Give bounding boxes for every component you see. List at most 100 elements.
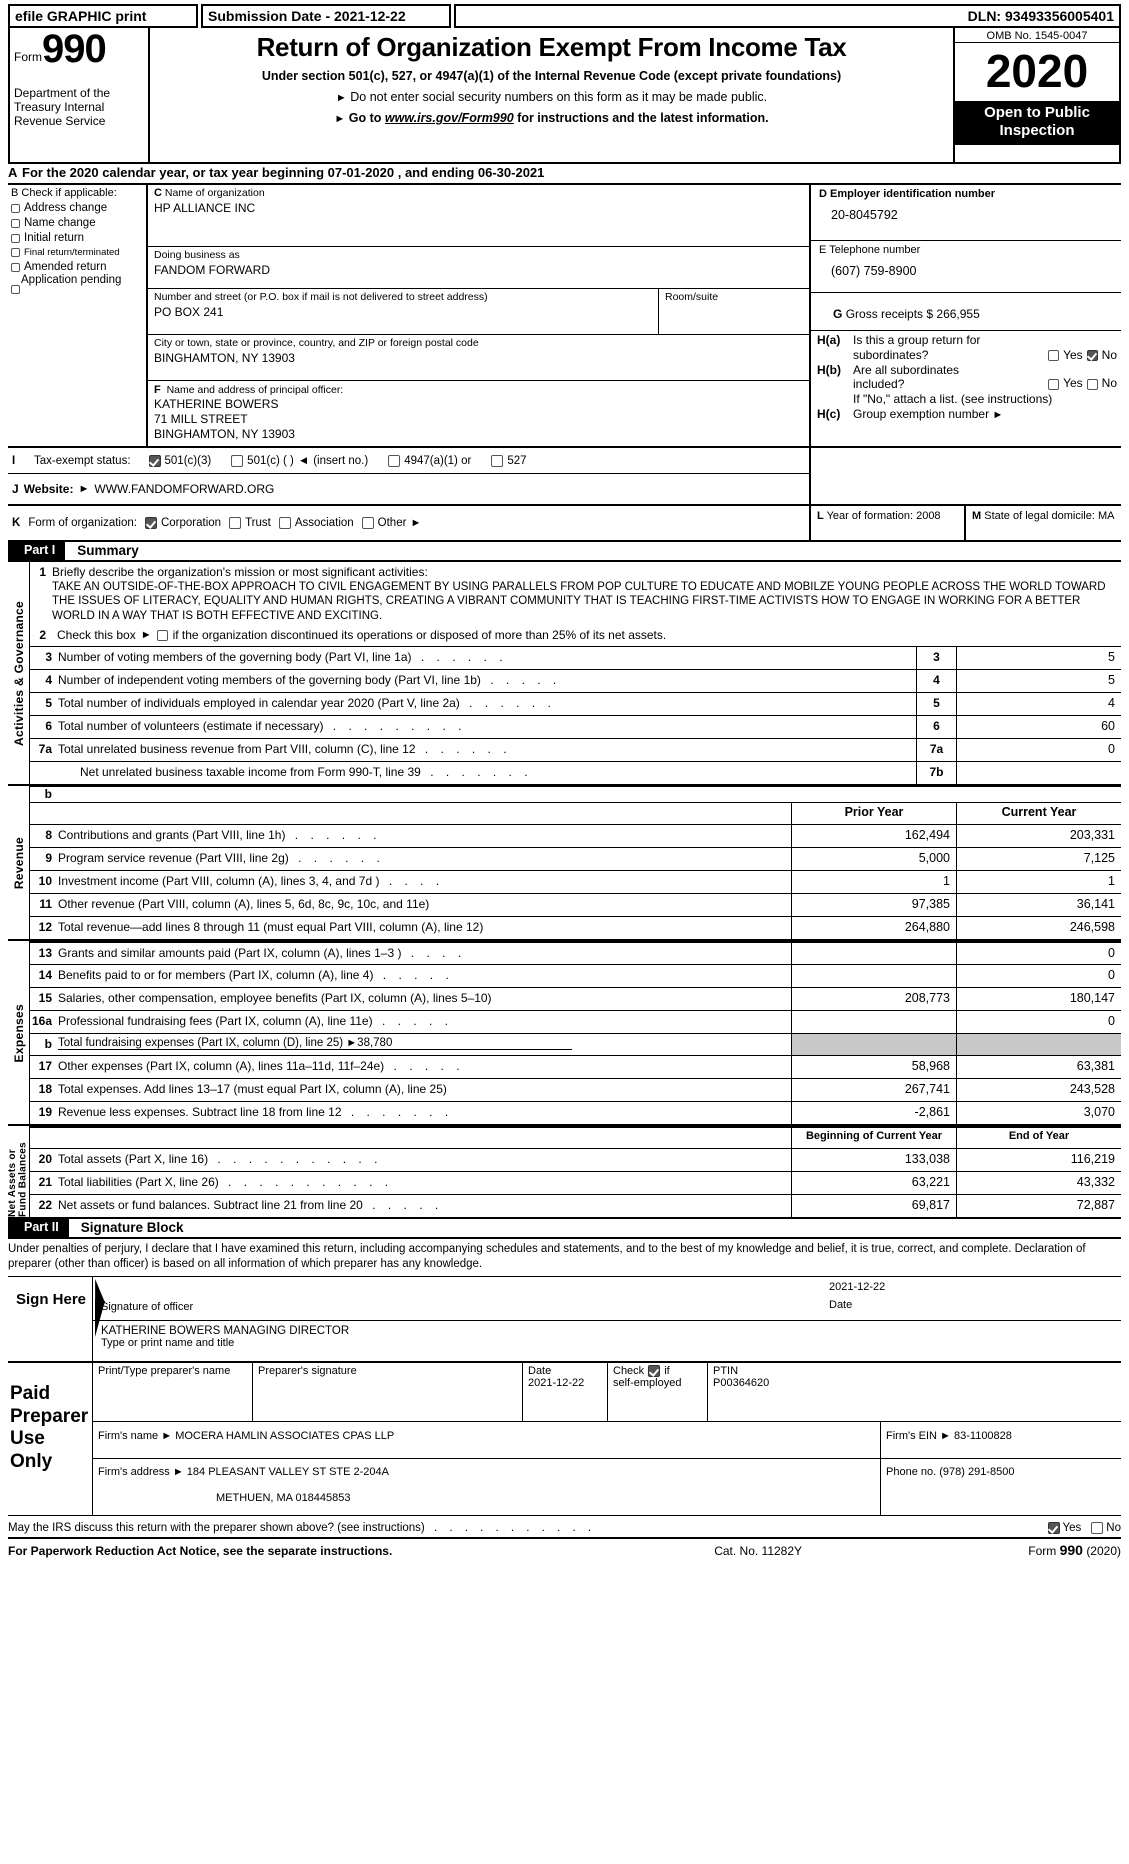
- preparer-name-cell[interactable]: Print/Type preparer's name: [93, 1363, 253, 1422]
- table-row: 19 Revenue less expenses. Subtract line …: [30, 1101, 1121, 1125]
- no-checkbox-icon[interactable]: [1091, 1521, 1104, 1534]
- org-form-association[interactable]: Association: [278, 517, 354, 529]
- leader-dots: . . . . .: [382, 968, 454, 983]
- table-row: 15 Salaries, other compensation, employe…: [30, 987, 1121, 1011]
- checkbox-icon[interactable]: [491, 454, 504, 467]
- line-number: 5: [45, 696, 52, 711]
- row-value: 60: [956, 716, 1121, 739]
- table-row: 20 Total assets (Part X, line 16) . . . …: [30, 1148, 1121, 1172]
- line-number: 10: [38, 874, 52, 889]
- firm-name-cell[interactable]: Firm's name ► MOCERA HAMLIN ASSOCIATES C…: [93, 1422, 881, 1459]
- tax-year: 2020: [985, 45, 1089, 97]
- ein-caption-text: Employer identification number: [830, 188, 996, 200]
- line-number: 16a: [31, 1014, 52, 1029]
- row-desc-text: Number of voting members of the governin…: [58, 650, 412, 665]
- checkbox-icon[interactable]: [11, 285, 20, 294]
- checkbox-address-change[interactable]: Address change: [11, 202, 143, 214]
- h-c-row: H(c) Group exemption number ►: [817, 407, 1117, 421]
- part2-bar: Part II Signature Block: [8, 1219, 1121, 1240]
- part2-name: Signature Block: [80, 1220, 184, 1236]
- officer-signature-field[interactable]: Signature of officer: [93, 1277, 821, 1320]
- self-employed-checkbox-icon[interactable]: [648, 1365, 661, 1378]
- ein-telephone-column: D Employer identification number 20-8045…: [811, 185, 1121, 446]
- checkbox-icon[interactable]: [11, 203, 20, 213]
- checkbox-amended-return[interactable]: Amended return: [11, 261, 143, 273]
- row-value-prior: 97,385: [791, 894, 956, 917]
- checkbox-application-pending[interactable]: Application pending: [11, 274, 143, 294]
- firm-ein-cell[interactable]: Firm's EIN ► 83-1100828: [881, 1422, 1121, 1458]
- checkbox-icon[interactable]: [144, 517, 157, 529]
- h-b-no-checkbox-icon[interactable]: [1086, 379, 1098, 390]
- status-option-527[interactable]: 527: [491, 454, 527, 467]
- checkbox-icon[interactable]: [388, 454, 401, 467]
- h-a-no-checkbox-icon[interactable]: [1086, 349, 1098, 361]
- checkbox-icon[interactable]: [361, 517, 374, 529]
- row-value-current: 36,141: [956, 894, 1121, 917]
- h-b-tag: H(b): [817, 363, 841, 377]
- checkbox-icon[interactable]: [148, 454, 161, 467]
- note-goto-irs: ► Go to www.irs.gov/Form990 for instruct…: [156, 111, 947, 125]
- row-value-current: 1: [956, 871, 1121, 894]
- fundraising-prior-greyed: [791, 1034, 956, 1056]
- status-option-501c[interactable]: 501(c) ( ) ◄ (insert no.): [231, 454, 368, 467]
- checkbox-final-return[interactable]: Final return/terminated: [11, 247, 143, 258]
- row-desc-text: Number of independent voting members of …: [58, 673, 481, 688]
- mission-text: TAKE AN OUTSIDE-OF-THE-BOX APPROACH TO C…: [52, 581, 1106, 622]
- checkbox-initial-return[interactable]: Initial return: [11, 232, 143, 244]
- org-name-caption-text: Name of organization: [164, 187, 265, 199]
- checkbox-icon[interactable]: [11, 248, 20, 257]
- part1-bar: Part I Summary: [8, 542, 1121, 562]
- irs-form990-link[interactable]: www.irs.gov/Form990: [385, 111, 514, 125]
- irs-discuss-yes[interactable]: Yes: [1047, 1521, 1081, 1534]
- line-number: 14: [38, 968, 52, 983]
- section-a-tag: A: [8, 165, 18, 180]
- checkbox-icon[interactable]: [229, 517, 242, 529]
- triangle-bullet-icon-10: ►: [172, 1466, 184, 1479]
- h-c-tag: H(c): [817, 407, 841, 421]
- status-option-501c3[interactable]: 501(c)(3): [148, 454, 211, 467]
- signature-fields: Signature of officer 2021-12-22 Date KAT…: [92, 1277, 1121, 1362]
- h-a-yes-checkbox-icon[interactable]: [1048, 349, 1060, 361]
- line2-checkbox-icon[interactable]: [156, 629, 168, 641]
- insert-no-arrow-icon: ◄: [297, 454, 310, 467]
- org-form-other[interactable]: Other ►: [361, 517, 421, 529]
- checkbox-icon[interactable]: [11, 233, 20, 243]
- signature-date-field[interactable]: 2021-12-22 Date: [821, 1277, 1121, 1320]
- ptin-cell[interactable]: PTIN P00364620: [708, 1363, 1121, 1421]
- table-row: 18 Total expenses. Add lines 13–17 (must…: [30, 1078, 1121, 1102]
- preparer-row-3: Firm's address ► 184 PLEASANT VALLEY ST …: [93, 1459, 1121, 1516]
- self-employed-check-cell[interactable]: Check if self-employed: [608, 1363, 708, 1422]
- h-b-note-spacer: [817, 392, 853, 406]
- website-value[interactable]: WWW.FANDOMFORWARD.ORG: [94, 482, 274, 496]
- firm-phone-cell[interactable]: Phone no. (978) 291-8500: [881, 1459, 1121, 1515]
- firm-ein-caption: Firm's EIN: [886, 1430, 937, 1443]
- preparer-signature-cell[interactable]: Preparer's signature: [253, 1363, 523, 1422]
- yes-checkbox-icon[interactable]: [1047, 1521, 1060, 1534]
- irs-discuss-no[interactable]: No: [1091, 1521, 1121, 1534]
- row-value: 5: [956, 670, 1121, 693]
- line-number: 12: [38, 920, 52, 935]
- row-desc: Total revenue—add lines 8 through 11 (mu…: [58, 917, 791, 939]
- line-number: 4: [45, 673, 52, 688]
- signature-date-value: 2021-12-22: [829, 1281, 886, 1294]
- org-form-corporation[interactable]: Corporation: [144, 517, 221, 529]
- org-form-trust[interactable]: Trust: [229, 517, 271, 529]
- header-info-grid: B Check if applicable: Address change Na…: [8, 185, 1121, 448]
- row-value-prior: 1: [791, 871, 956, 894]
- h-b-yes-checkbox-icon[interactable]: [1048, 379, 1060, 390]
- checkbox-icon[interactable]: [11, 218, 20, 228]
- fundraising-value: 38,780: [357, 1037, 393, 1050]
- checkbox-name-change[interactable]: Name change: [11, 217, 143, 229]
- street-address-cell: Number and street (or P.O. box if mail i…: [148, 289, 659, 334]
- org-form-row: K Form of organization: Corporation Trus…: [8, 506, 1121, 542]
- checkbox-icon[interactable]: [11, 262, 20, 272]
- preparer-date-cell[interactable]: Date 2021-12-22: [523, 1363, 608, 1422]
- row-desc-text: Total expenses. Add lines 13–17 (must eq…: [58, 1082, 447, 1097]
- leader-dots: . . . . . . . . . . .: [228, 1175, 393, 1190]
- checkbox-icon[interactable]: [278, 517, 291, 529]
- status-option-4947a1[interactable]: 4947(a)(1) or: [388, 454, 471, 467]
- self-employed-label: self-employed: [613, 1377, 682, 1390]
- checkbox-icon[interactable]: [231, 454, 244, 467]
- firm-address-cell[interactable]: Firm's address ► 184 PLEASANT VALLEY ST …: [93, 1459, 881, 1516]
- row-value-current: 246,598: [956, 917, 1121, 940]
